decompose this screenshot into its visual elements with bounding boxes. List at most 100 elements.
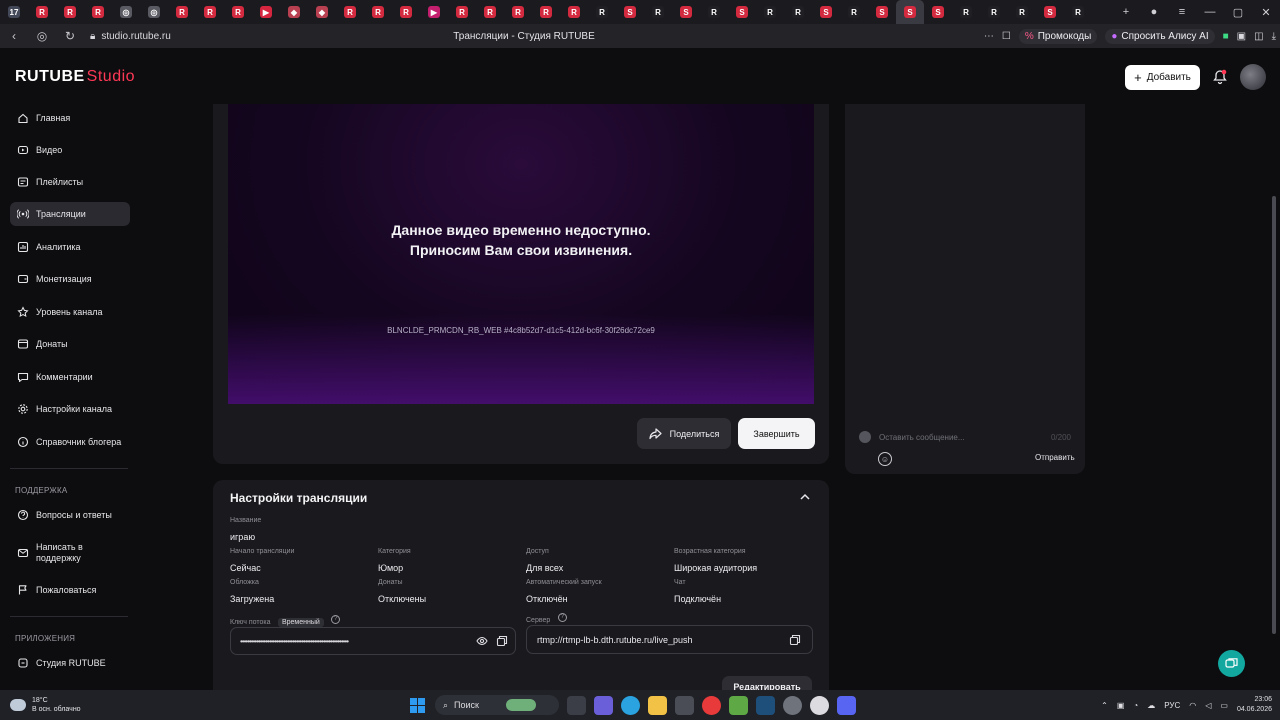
promo-button[interactable]: % Промокоды bbox=[1018, 28, 1098, 44]
send-button[interactable]: Отправить bbox=[1035, 453, 1075, 462]
vk-tab[interactable]: 17 bbox=[0, 0, 28, 24]
sidebar-item-monetization[interactable]: Монетизация bbox=[10, 267, 130, 291]
rutube-tab-13[interactable]: R bbox=[532, 0, 560, 24]
sidebar-item-streams[interactable]: Трансляции bbox=[10, 202, 130, 226]
rutube-tab-15[interactable]: R bbox=[588, 0, 616, 24]
copy-icon[interactable] bbox=[496, 635, 508, 647]
info-icon[interactable]: ? bbox=[331, 615, 341, 625]
rutube-tab-22[interactable]: R bbox=[980, 0, 1008, 24]
wifi-icon[interactable]: ◠ bbox=[1189, 701, 1196, 710]
new-tab-button[interactable]: + bbox=[1112, 6, 1140, 18]
sidebar-item-channel-level[interactable]: Уровень канала bbox=[10, 300, 130, 324]
studio-tab-active[interactable]: S bbox=[896, 0, 924, 24]
yandex-browser-icon[interactable] bbox=[702, 695, 721, 715]
studio-tab-3[interactable]: S bbox=[728, 0, 756, 24]
studio-tab-7[interactable]: S bbox=[1036, 0, 1064, 24]
collections-icon[interactable]: ◫ bbox=[1254, 31, 1263, 42]
rutube-tab-19[interactable]: R bbox=[784, 0, 812, 24]
menu-icon[interactable]: ≡ bbox=[1168, 6, 1196, 18]
battery-icon[interactable]: ▭ bbox=[1220, 701, 1228, 710]
close-window-button[interactable]: ✕ bbox=[1252, 6, 1280, 19]
rutube-tab-17[interactable]: R bbox=[700, 0, 728, 24]
studio-tab-2[interactable]: S bbox=[672, 0, 700, 24]
chevron-up-icon[interactable]: ⌃ bbox=[1101, 701, 1108, 710]
game-tab-2[interactable]: ◆ bbox=[308, 0, 336, 24]
rutube-tab-14[interactable]: R bbox=[560, 0, 588, 24]
sidebar-item-home[interactable]: Главная bbox=[10, 106, 130, 130]
rutube-tab-10[interactable]: R bbox=[448, 0, 476, 24]
rutube-tab-16[interactable]: R bbox=[644, 0, 672, 24]
language-indicator[interactable]: РУС bbox=[1164, 701, 1180, 710]
studio-tab-6[interactable]: S bbox=[924, 0, 952, 24]
server-field[interactable]: rtmp://rtmp-lb-b.dth.rutube.ru/live_push bbox=[526, 625, 813, 654]
rutube-tab-9[interactable]: R bbox=[392, 0, 420, 24]
extension-icon[interactable]: ■ bbox=[1223, 31, 1229, 42]
rutube-tab-24[interactable]: R bbox=[1064, 0, 1092, 24]
taskbar-search[interactable]: ⌕ Поиск bbox=[435, 695, 559, 715]
studio-tab-4[interactable]: S bbox=[812, 0, 840, 24]
windows-start-icon[interactable] bbox=[408, 696, 427, 715]
sidebar-item-studio-app[interactable]: Студия RUTUBE bbox=[10, 651, 130, 675]
add-button[interactable]: + Добавить bbox=[1125, 65, 1200, 90]
rutube-tab-4[interactable]: R bbox=[168, 0, 196, 24]
globe-tab[interactable]: ◎ bbox=[112, 0, 140, 24]
telegram-icon[interactable] bbox=[621, 695, 640, 715]
discord-icon[interactable] bbox=[837, 695, 856, 715]
task-view-icon[interactable] bbox=[567, 695, 586, 715]
chevron-up-icon[interactable] bbox=[799, 492, 811, 502]
rutube-tab-2[interactable]: R bbox=[56, 0, 84, 24]
steam-icon[interactable] bbox=[756, 695, 775, 715]
maximize-button[interactable]: ▢ bbox=[1224, 6, 1252, 19]
eye-icon[interactable] bbox=[476, 635, 488, 647]
sidebar-item-channel-settings[interactable]: Настройки канала bbox=[10, 397, 130, 421]
rutube-tab-12[interactable]: R bbox=[504, 0, 532, 24]
profile-icon[interactable]: ● bbox=[1140, 6, 1168, 18]
end-stream-button[interactable]: Завершить bbox=[738, 418, 815, 449]
tray-cloud-icon[interactable]: ☁ bbox=[1147, 701, 1155, 710]
emoji-icon[interactable]: ☺ bbox=[878, 452, 892, 466]
video-tab[interactable]: ▶ bbox=[420, 0, 448, 24]
minecraft-icon[interactable] bbox=[729, 695, 748, 715]
bell-icon[interactable] bbox=[1212, 69, 1228, 85]
page-scrollbar[interactable] bbox=[1272, 196, 1276, 634]
game-tab-1[interactable]: ◆ bbox=[280, 0, 308, 24]
sidebar-item-contact[interactable]: Написать в поддержку bbox=[10, 541, 130, 565]
sidebar-item-comments[interactable]: Комментарии bbox=[10, 365, 130, 389]
store-icon[interactable] bbox=[675, 695, 694, 715]
more-icon[interactable]: ⋯ bbox=[984, 31, 994, 42]
rutube-tab-1[interactable]: R bbox=[28, 0, 56, 24]
sidebar-item-analytics[interactable]: Аналитика bbox=[10, 235, 130, 259]
rutube-studio-logo[interactable]: RUTUBE Studio bbox=[15, 68, 135, 86]
video-player[interactable]: Данное видео временно недоступно. Принос… bbox=[228, 104, 814, 404]
studio-tab-1[interactable]: S bbox=[616, 0, 644, 24]
rutube-tab-18[interactable]: R bbox=[756, 0, 784, 24]
tray-app-icon[interactable]: ▣ bbox=[1117, 701, 1125, 710]
play-tab[interactable]: ▶ bbox=[252, 0, 280, 24]
screenshot-icon[interactable]: ▣ bbox=[1237, 31, 1246, 42]
alice-button[interactable]: ● Спросить Алису AI bbox=[1105, 28, 1215, 44]
weather-widget[interactable]: 18°C В осн. облачно bbox=[10, 696, 81, 714]
avatar[interactable] bbox=[1240, 64, 1266, 90]
globe-tab-2[interactable]: ◎ bbox=[140, 0, 168, 24]
rutube-tab-6[interactable]: R bbox=[224, 0, 252, 24]
copy-icon[interactable] bbox=[789, 634, 801, 646]
sidebar-item-complain[interactable]: Пожаловаться bbox=[10, 578, 130, 602]
rutube-tab-8[interactable]: R bbox=[364, 0, 392, 24]
minimize-button[interactable]: — bbox=[1196, 6, 1224, 18]
info-icon[interactable]: ? bbox=[557, 613, 567, 623]
rutube-tab-21[interactable]: R bbox=[952, 0, 980, 24]
studio-tab-5[interactable]: S bbox=[868, 0, 896, 24]
bookmark-icon[interactable]: ☐ bbox=[1002, 31, 1011, 42]
sidebar-item-playlists[interactable]: Плейлисты bbox=[10, 170, 130, 194]
rutube-tab-3[interactable]: R bbox=[84, 0, 112, 24]
help-chat-button[interactable] bbox=[1218, 650, 1245, 677]
share-button[interactable]: Поделиться bbox=[637, 418, 731, 449]
rutube-tab-11[interactable]: R bbox=[476, 0, 504, 24]
rutube-tab-7[interactable]: R bbox=[336, 0, 364, 24]
sidebar-item-video[interactable]: Видео bbox=[10, 138, 130, 162]
chat-input[interactable]: Оставить сообщение... 0/200 bbox=[859, 426, 1071, 448]
rutube-tab-5[interactable]: R bbox=[196, 0, 224, 24]
rutube-tab-23[interactable]: R bbox=[1008, 0, 1036, 24]
rutube-tab-20[interactable]: R bbox=[840, 0, 868, 24]
speaker-icon[interactable]: ◁ bbox=[1205, 701, 1211, 710]
